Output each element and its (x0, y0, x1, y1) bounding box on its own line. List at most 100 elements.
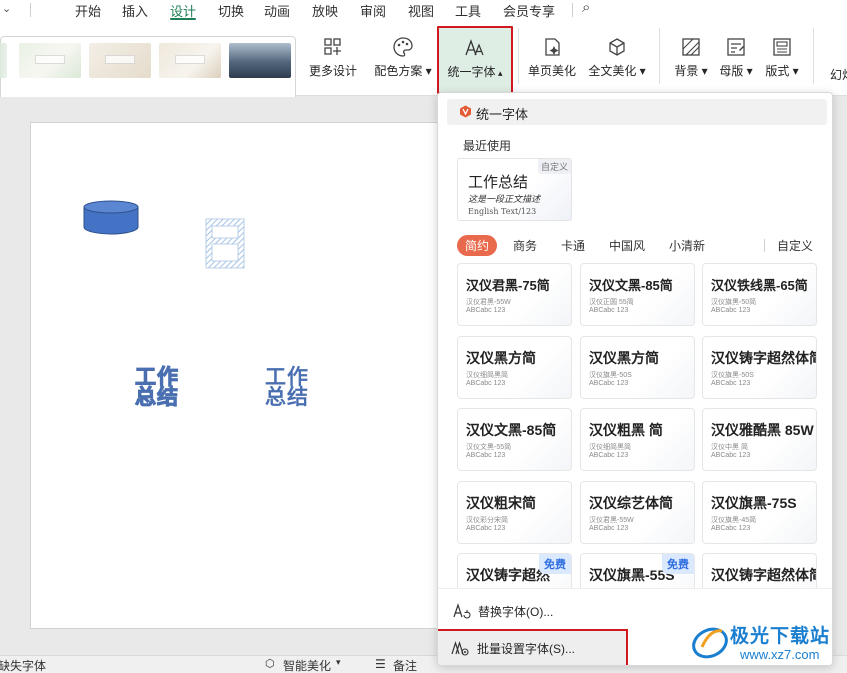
tab-insert[interactable]: 插入 (122, 1, 148, 20)
font-card-name: 汉仪君黑-75简 (466, 278, 550, 293)
font-card-name: 汉仪铸字超然体简 (711, 350, 817, 366)
unify-font-label: 统一字体 (447, 65, 496, 79)
smart-beautify-button[interactable]: 智能美化 (283, 657, 331, 673)
font-card-sample: ABCabc 123 (711, 380, 751, 387)
theme-thumbnail[interactable] (159, 43, 221, 78)
font-card[interactable]: 汉仪黑方简 汉仪旗黑-50S ABCabc 123 (580, 336, 695, 399)
collapse-chevron-icon[interactable]: ⌄ (2, 2, 11, 15)
unify-font-panel: 统一字体 最近使用 自定义 工作总结 这是一段正文描述 English Text… (437, 92, 833, 666)
slide-canvas[interactable]: 工作 总结 工作 总结 (30, 122, 440, 629)
category-simple[interactable]: 简约 (457, 235, 498, 256)
category-cartoon[interactable]: 卡通 (561, 237, 585, 254)
font-card-sample: ABCabc 123 (466, 307, 506, 314)
master-label: 母版 (719, 64, 744, 78)
page-beautify-label: 单页美化 (527, 64, 576, 78)
tab-design[interactable]: 设计 (170, 1, 197, 20)
font-card[interactable]: 汉仪君黑-75简 汉仪君黑-55W ABCabc 123 (457, 263, 572, 326)
slide-button-truncated[interactable]: 幻灯 (822, 66, 847, 83)
design-ribbon: 更多设计 配色方案 ▾ 统一字体 ▴ 单页美化 全文美化 ▾ 背景 ▾ 母版 ▾… (0, 22, 847, 106)
menu-divider (572, 3, 573, 17)
hatched-shape[interactable] (203, 216, 247, 271)
page-sparkle-icon (545, 38, 560, 56)
panel-header: 统一字体 (447, 99, 827, 125)
missing-font-status[interactable]: 缺失字体 (0, 657, 46, 673)
font-card-name: 汉仪铁线黑-65简 (711, 278, 808, 293)
tab-member[interactable]: 会员专享 (503, 1, 555, 20)
tab-transition[interactable]: 切换 (218, 1, 244, 20)
font-card-sample: ABCabc 123 (711, 525, 751, 532)
font-card-subfont: 汉仪彩分宋简 (466, 517, 508, 524)
font-card[interactable]: 汉仪铁线黑-65简汉仪旗黑-50简 ABCabc 123 (702, 263, 817, 326)
panel-title: 统一字体 (476, 107, 529, 122)
recent-font-card[interactable]: 自定义 工作总结 这是一段正文描述 English Text/123 (457, 158, 572, 221)
custom-tag: 自定义 (537, 159, 571, 174)
layout-label: 版式 (765, 64, 790, 78)
notes-button[interactable]: 备注 (393, 657, 417, 673)
title-text-outline[interactable]: 工作 总结 (135, 367, 179, 409)
font-card[interactable]: 汉仪粗黑 简汉仪细简黑简 ABCabc 123 (580, 408, 695, 471)
master-button[interactable]: 母版 ▾ (716, 36, 756, 79)
search-icon[interactable]: ⌕ (582, 0, 590, 16)
category-custom[interactable]: 自定义 (777, 237, 813, 254)
theme-thumbnail[interactable] (89, 43, 151, 78)
tab-home[interactable]: 开始 (75, 1, 101, 20)
font-card-subfont: 汉仪正圆 55简 (589, 299, 634, 306)
full-beautify-button[interactable]: 全文美化 ▾ (587, 36, 647, 79)
theme-thumbnail[interactable] (19, 43, 81, 78)
category-divider (764, 239, 765, 252)
background-button[interactable]: 背景 ▾ (671, 36, 711, 79)
tab-review[interactable]: 审阅 (360, 1, 386, 20)
theme-thumbnail[interactable] (0, 43, 7, 78)
font-card[interactable]: 汉仪文黑-85简 汉仪文黑-55简 ABCabc 123 (457, 408, 572, 471)
full-beautify-label: 全文美化 (588, 64, 637, 78)
tab-slideshow[interactable]: 放映 (312, 1, 338, 20)
background-icon (682, 38, 700, 56)
font-card-name: 汉仪综艺体简 (589, 495, 673, 511)
slide-label: 幻灯 (829, 68, 847, 82)
font-card-name: 汉仪粗黑 简 (589, 422, 663, 438)
font-card-name: 汉仪雅酷黑 85W (711, 422, 814, 438)
category-business[interactable]: 商务 (513, 237, 537, 254)
font-card[interactable]: 汉仪综艺体简 汉仪君黑-55W ABCabc 123 (580, 481, 695, 544)
ribbon-divider (659, 28, 660, 84)
color-scheme-button[interactable]: 配色方案 ▾ (371, 36, 435, 79)
tab-tools[interactable]: 工具 (455, 1, 481, 20)
font-card[interactable]: 汉仪粗宋简 汉仪彩分宋简 ABCabc 123 (457, 481, 572, 544)
chevron-down-icon: ▾ (336, 657, 341, 667)
font-card-subfont: 汉仪旗黑-50S (589, 372, 632, 379)
theme-thumbnail[interactable] (229, 43, 291, 78)
title-text-solid[interactable]: 工作 总结 (265, 367, 309, 408)
font-card[interactable]: 汉仪铸字超然体简汉仪旗黑-50SABCabc 123 (702, 336, 817, 399)
grid-icon (324, 38, 341, 55)
font-card-subfont: 汉仪中黑 简 (711, 444, 748, 451)
font-icon (465, 39, 484, 56)
more-design-label: 更多设计 (308, 64, 357, 78)
font-card-sample: ABCabc 123 (589, 380, 629, 387)
font-card[interactable]: 汉仪黑方简 汉仪细简黑简 ABCabc 123 (457, 336, 572, 399)
menu-divider (30, 3, 31, 17)
font-card[interactable]: 汉仪旗黑-75S 汉仪旗黑-45简 ABCabc 123 (702, 481, 817, 544)
unify-font-button[interactable]: 统一字体 ▴ (437, 26, 513, 94)
cylinder-shape[interactable] (83, 200, 139, 235)
category-fresh[interactable]: 小清新 (669, 237, 705, 254)
font-card[interactable]: 汉仪雅酷黑 85W 汉仪中黑 简 ABCabc 123 (702, 408, 817, 471)
batch-font-item[interactable]: 批量设置字体(S)... (438, 629, 628, 665)
category-chinese[interactable]: 中国风 (609, 237, 645, 254)
palette-icon (393, 37, 413, 57)
watermark-title: 极光下载站 (730, 626, 831, 647)
recent-card-body: 这是一段正文描述 (468, 195, 541, 205)
font-card-name: 汉仪粗宋简 (466, 495, 536, 511)
font-card-sample: ABCabc 123 (711, 307, 751, 314)
font-card-subfont: 汉仪细简黑简 (466, 372, 508, 379)
tab-view[interactable]: 视图 (408, 1, 434, 20)
layout-button[interactable]: 版式 ▾ (762, 36, 802, 79)
replace-font-item[interactable]: 替换字体(O)... (453, 600, 653, 622)
cube-icon: ⬡ (265, 658, 275, 670)
recent-card-heading: 工作总结 (468, 174, 529, 191)
page-beautify-button[interactable]: 单页美化 (526, 36, 578, 79)
more-design-button[interactable]: 更多设计 (305, 36, 361, 79)
font-card[interactable]: 汉仪文黑-85简 汉仪正圆 55简 ABCabc 123 (580, 263, 695, 326)
tab-animation[interactable]: 动画 (264, 1, 290, 20)
color-scheme-label: 配色方案 (374, 64, 423, 78)
font-card-subfont: 汉仪旗黑-50简 (711, 299, 757, 306)
